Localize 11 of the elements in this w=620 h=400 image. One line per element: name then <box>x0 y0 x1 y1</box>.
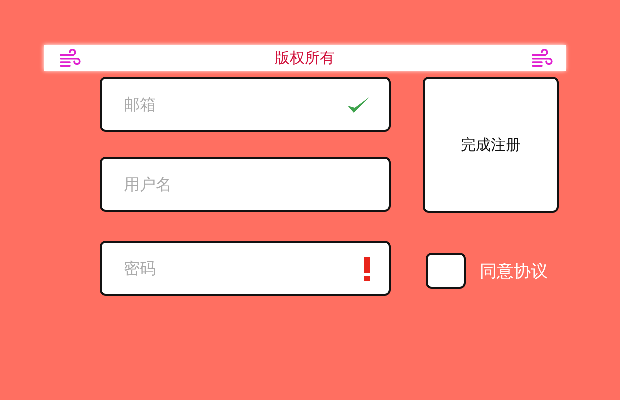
banner-title: 版权所有 <box>275 48 335 68</box>
checkbox[interactable] <box>426 253 466 289</box>
warning-icon <box>363 256 371 280</box>
submit-button[interactable]: 完成注册 <box>423 77 559 213</box>
input-field[interactable]: 密码 <box>100 241 391 296</box>
agreement-label: 同意协议 <box>480 260 548 282</box>
input-field[interactable]: 用户名 <box>100 157 391 212</box>
input-field[interactable]: 邮箱 <box>100 77 391 132</box>
checkmark-icon <box>347 94 371 114</box>
wind-icon <box>531 49 553 67</box>
wind-icon <box>59 49 81 67</box>
